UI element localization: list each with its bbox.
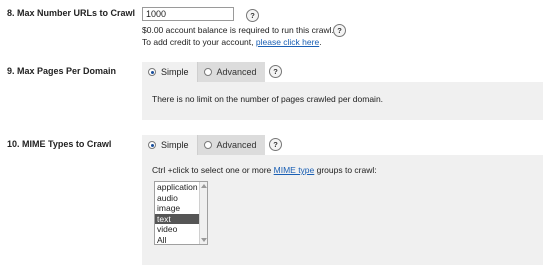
max-pages-message: There is no limit on the number of pages… [152, 94, 384, 104]
mime-type-link[interactable]: MIME type [274, 165, 315, 175]
tab-simple-label: Simple [161, 140, 189, 150]
credit-link[interactable]: please click here [256, 37, 319, 47]
max-urls-label: 8. Max Number URLs to Crawl [7, 8, 136, 18]
credit-note-text: To add credit to your account, [142, 37, 256, 47]
mime-instruction: Ctrl +click to select one or more MIME t… [152, 165, 377, 175]
advanced-radio[interactable] [203, 68, 212, 76]
mime-types-label: 10. MIME Types to Crawl [7, 139, 112, 149]
help-icon[interactable]: ? [269, 65, 282, 78]
mime-instruction-text: Ctrl +click to select one or more [152, 165, 274, 175]
max-pages-label: 9. Max Pages Per Domain [7, 66, 117, 76]
mime-types-panel: Simple Advanced Ctrl +click to select on… [142, 135, 543, 265]
simple-radio[interactable] [148, 141, 156, 149]
mime-instruction-suffix: groups to crawl: [314, 165, 377, 175]
credit-note: To add credit to your account, please cl… [142, 37, 322, 47]
tab-bar-gap [259, 62, 543, 82]
tab-advanced-label: Advanced [216, 140, 257, 150]
tab-simple[interactable]: Simple [142, 135, 197, 155]
advanced-radio[interactable] [203, 141, 212, 149]
mime-type-listbox[interactable]: application audio image text video All [154, 181, 208, 245]
balance-note: $0.00 account balance is required to run… [142, 25, 334, 35]
max-pages-tabs: Simple Advanced [142, 62, 265, 82]
max-pages-panel: Simple Advanced There is no limit on the… [142, 62, 543, 120]
tab-bar-gap [259, 135, 543, 155]
tab-advanced-label: Advanced [216, 67, 257, 77]
tab-simple[interactable]: Simple [142, 62, 197, 82]
help-icon[interactable]: ? [333, 24, 346, 37]
tab-simple-label: Simple [161, 67, 189, 77]
tab-advanced[interactable]: Advanced [196, 135, 265, 155]
mime-types-tabs: Simple Advanced [142, 135, 265, 155]
scroll-up-icon[interactable] [201, 184, 207, 188]
max-urls-input[interactable]: 1000 [142, 7, 234, 21]
credit-note-suffix: . [319, 37, 322, 47]
help-icon[interactable]: ? [246, 9, 259, 22]
scroll-down-icon[interactable] [201, 238, 207, 242]
help-icon[interactable]: ? [269, 138, 282, 151]
tab-advanced[interactable]: Advanced [196, 62, 265, 82]
simple-radio[interactable] [148, 68, 156, 76]
listbox-scrollbar[interactable] [199, 182, 207, 244]
